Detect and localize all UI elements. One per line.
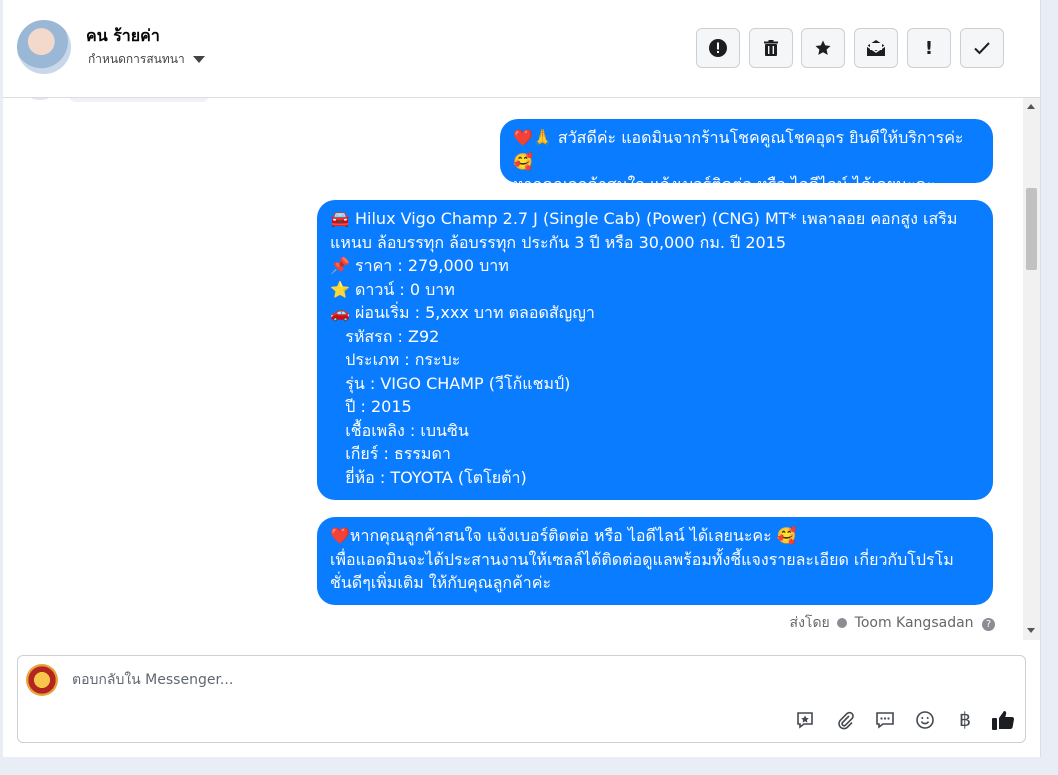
help-icon[interactable]: ? <box>982 618 995 631</box>
sent-by-label: ส่งโดย Toom Kangsadan ? <box>790 612 995 634</box>
spam-button[interactable] <box>696 28 740 68</box>
mark-unread-button[interactable] <box>854 28 898 68</box>
page-avatar <box>26 664 58 696</box>
contact-avatar[interactable] <box>17 20 71 74</box>
star-button[interactable] <box>801 28 845 68</box>
exclamation-icon: ! <box>924 37 934 59</box>
paperclip-icon <box>838 711 854 730</box>
message-line: เกียร์ : ธรรมดา <box>330 444 451 463</box>
contact-name[interactable]: คน ร้ายค่า <box>86 24 160 49</box>
attach-button[interactable] <box>832 708 858 732</box>
canned-message-button[interactable] <box>872 708 898 732</box>
message-line: ยี่ห้อ : TOYOTA (โตโยต้า) <box>330 467 527 487</box>
chat-bubble-icon <box>876 712 894 729</box>
scrollbar-thumb[interactable] <box>1026 188 1037 270</box>
message-line: รุ่น : VIGO CHAMP (วีโก้แชมป์) <box>330 373 571 393</box>
message-line: รหัสรถ : Z92 <box>330 326 440 346</box>
message-line: 🚘 Hilux Vigo Champ 2.7 J (Single Cab) (P… <box>330 209 958 228</box>
saved-reply-button[interactable] <box>792 708 818 732</box>
check-circle-icon <box>837 618 848 628</box>
alert-circle-icon <box>709 39 727 57</box>
trash-icon <box>764 40 778 56</box>
reply-input[interactable] <box>70 671 974 689</box>
thread-scrollbar[interactable] <box>1023 98 1040 640</box>
message-line: แหนบ ล้อบรรทุก ล้อบรรทุก ประกัน 3 ปี หรื… <box>330 232 787 252</box>
emoji-icon <box>916 711 934 729</box>
payment-button[interactable]: ฿ <box>952 708 978 732</box>
baht-icon: ฿ <box>958 709 972 731</box>
done-button[interactable] <box>960 28 1004 68</box>
message-line: 🚗 ผ่อนเริ่ม : 5,xxx บาท ตลอดสัญญา <box>330 303 595 322</box>
sent-by-prefix: ส่งโดย <box>789 615 830 631</box>
sent-by-agent[interactable]: Toom Kangsadan <box>855 615 974 631</box>
previous-message-bubble <box>69 98 209 102</box>
message-bubble-car-details[interactable]: 🚘 Hilux Vigo Champ 2.7 J (Single Cab) (P… <box>317 200 993 500</box>
like-button[interactable] <box>990 708 1016 732</box>
message-line: เชื้อเพลิง : เบนซิน <box>330 420 469 440</box>
envelope-open-icon <box>866 40 886 56</box>
scroll-down-icon[interactable] <box>1027 628 1035 633</box>
saved-reply-icon <box>797 712 813 729</box>
message-bubble-contact-request[interactable]: ❤️หากคุณลูกค้าสนใจ แจ้งเบอร์ติดต่อ หรือ … <box>317 517 993 605</box>
message-line: เพื่อแอดมินจะได้ประสานงานให้เซลล์ได้ติดต… <box>330 549 954 569</box>
message-thread[interactable]: ❤️🙏 สวัสดีค่ะ แอดมินจากร้านโชคคูณโชคอุดร… <box>3 98 1040 640</box>
caret-down-icon <box>192 56 205 63</box>
message-line: ⭐ ดาวน์ : 0 บาท <box>330 279 455 299</box>
message-line: 📌 ราคา : 279,000 บาท <box>330 256 509 275</box>
message-line: หากคุณลูกค้าสนใจ แจ้งเบอร์ติดต่อ หรือ ไอ… <box>513 175 935 194</box>
emoji-button[interactable] <box>912 708 938 732</box>
checkmark-icon <box>974 42 990 55</box>
message-bubble-greeting[interactable]: ❤️🙏 สวัสดีค่ะ แอดมินจากร้านโชคคูณโชคอุดร… <box>500 119 993 194</box>
reply-composer: ฿ <box>17 655 1026 743</box>
message-line: ประเภท : กระบะ <box>330 350 461 369</box>
message-line: ❤️🙏 สวัสดีค่ะ แอดมินจากร้านโชคคูณโชคอุดร… <box>513 128 964 171</box>
conversation-header: คน ร้ายค่า กำหนดการสนทนา ! <box>3 0 1040 98</box>
message-line: ชั่นดีๆเพิ่มเติม ให้กับคุณลูกค้าค่ะ <box>330 573 552 592</box>
conversation-panel: คน ร้ายค่า กำหนดการสนทนา ! ❤️🙏 สวัสดีค่ะ… <box>3 0 1041 757</box>
thumbs-up-icon <box>992 711 1015 730</box>
conversation-schedule-label: กำหนดการสนทนา <box>88 52 185 66</box>
star-icon <box>815 40 831 55</box>
scroll-up-icon[interactable] <box>1027 104 1035 109</box>
conversation-schedule-dropdown[interactable]: กำหนดการสนทนา <box>88 50 205 69</box>
delete-button[interactable] <box>749 28 793 68</box>
message-line: ปี : 2015 <box>330 397 412 416</box>
message-line: ❤️หากคุณลูกค้าสนใจ แจ้งเบอร์ติดต่อ หรือ … <box>330 526 797 545</box>
previous-message-avatar <box>27 98 53 100</box>
important-button[interactable]: ! <box>907 28 951 68</box>
